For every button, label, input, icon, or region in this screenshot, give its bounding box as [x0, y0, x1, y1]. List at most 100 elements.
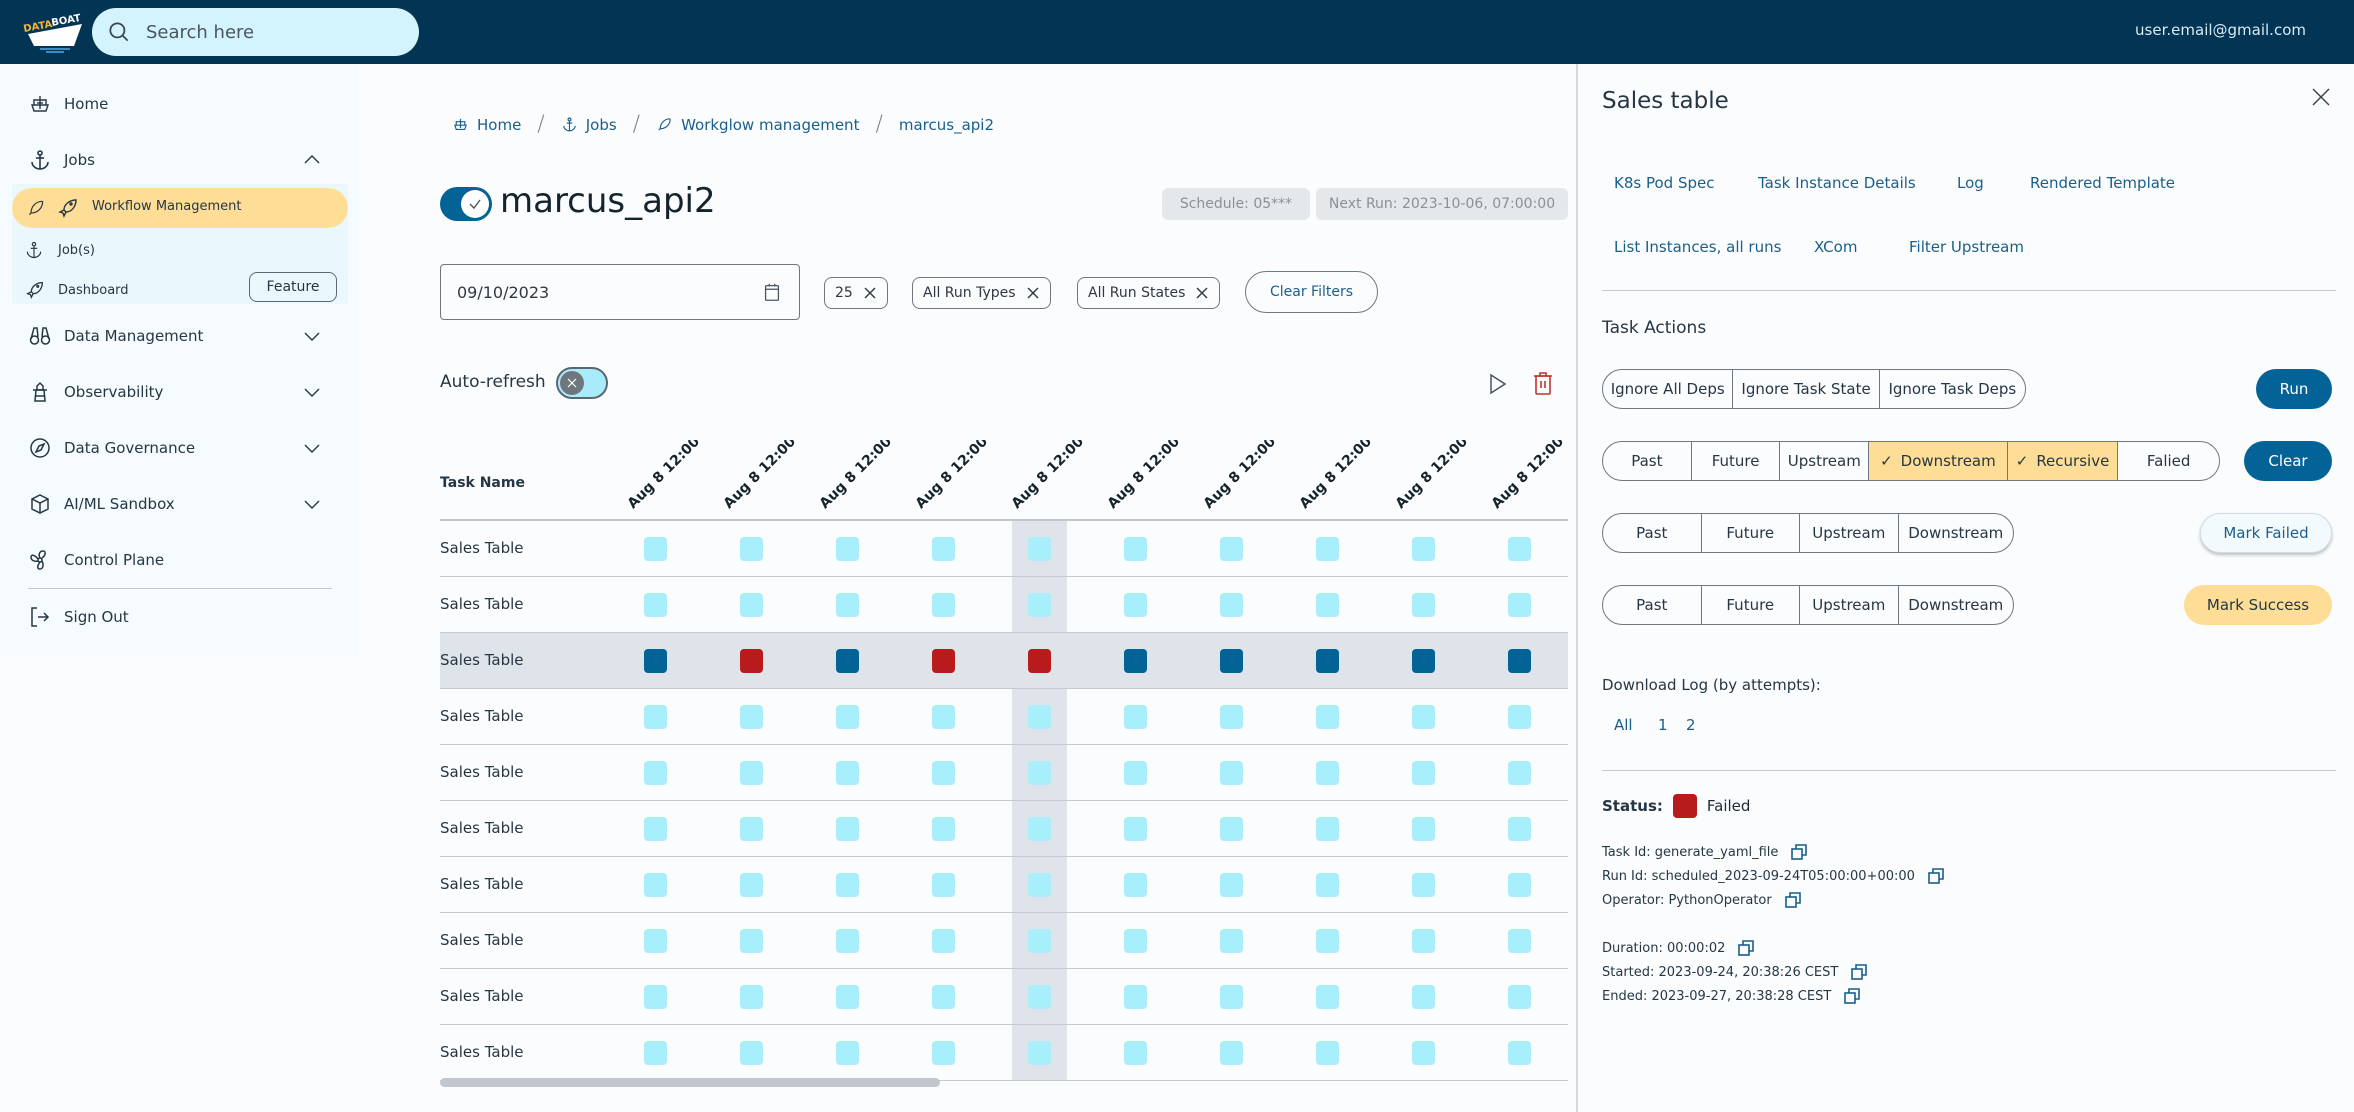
calendar-icon[interactable] [761, 281, 783, 303]
task-instance-cell-none[interactable] [1124, 705, 1147, 729]
task-instance-cell-none[interactable] [1124, 817, 1147, 841]
task-name[interactable]: Sales Table [440, 539, 523, 557]
task-instance-cell-none[interactable] [1508, 537, 1531, 561]
task-instance-cell-none[interactable] [1508, 705, 1531, 729]
search-bar[interactable] [92, 8, 419, 56]
task-instance-cell-none[interactable] [1124, 761, 1147, 785]
clear-button[interactable]: Clear [2244, 441, 2332, 481]
task-instance-cell-none[interactable] [1220, 537, 1243, 561]
task-instance-cell-none[interactable] [1124, 1041, 1147, 1065]
table-row[interactable]: Sales Table [440, 745, 1568, 801]
column-header-date[interactable]: Aug 8 12:00 [1009, 440, 1087, 512]
task-instance-cell-none[interactable] [1124, 929, 1147, 953]
task-instance-cell-none[interactable] [1412, 1041, 1435, 1065]
sidebar-item-jobs[interactable]: Jobs [0, 140, 360, 180]
task-instance-cell-none[interactable] [740, 1041, 763, 1065]
task-instance-cell-none[interactable] [932, 1041, 955, 1065]
trash-icon[interactable] [1532, 370, 1554, 396]
mark-failed-button[interactable]: Mark Failed [2200, 513, 2332, 553]
task-instance-cell-success[interactable] [1220, 649, 1243, 673]
task-instance-cell-none[interactable] [1316, 761, 1339, 785]
run-option-ignore-task-state[interactable]: Ignore Task State [1733, 370, 1880, 408]
task-instance-cell-none[interactable] [1412, 593, 1435, 617]
close-icon[interactable] [863, 286, 877, 300]
task-instance-cell-none[interactable] [1028, 929, 1051, 953]
task-instance-cell-none[interactable] [1508, 761, 1531, 785]
sidebar-item-data-governance[interactable]: Data Governance [0, 428, 360, 468]
link-list-instances[interactable]: List Instances, all runs [1614, 238, 1781, 256]
task-instance-cell-none[interactable] [1124, 873, 1147, 897]
databoat-logo[interactable]: DATA BOAT [22, 10, 86, 54]
sidebar-item-sign-out[interactable]: Sign Out [0, 597, 360, 637]
task-instance-cell-none[interactable] [1124, 537, 1147, 561]
breadcrumb-home[interactable]: Home [452, 116, 521, 134]
mark-failed-option-downstream[interactable]: Downstream [1899, 514, 2013, 552]
task-instance-cell-none[interactable] [1316, 929, 1339, 953]
filter-chip-run-types[interactable]: All Run Types [912, 277, 1051, 309]
column-header-date[interactable]: Aug 8 12:00 [1489, 440, 1567, 512]
close-icon[interactable] [2310, 86, 2332, 108]
task-instance-cell-none[interactable] [1508, 873, 1531, 897]
task-instance-cell-none[interactable] [740, 985, 763, 1009]
chevron-down-icon[interactable] [300, 492, 324, 516]
horizontal-scrollbar[interactable] [440, 1078, 940, 1087]
task-instance-cell-none[interactable] [1412, 761, 1435, 785]
task-instance-cell-success[interactable] [836, 649, 859, 673]
table-row[interactable]: Sales Table [440, 801, 1568, 857]
task-instance-cell-none[interactable] [644, 817, 667, 841]
task-instance-cell-failed[interactable] [932, 649, 955, 673]
clear-option-downstream[interactable]: ✓ Downstream [1869, 442, 2008, 480]
task-instance-cell-failed[interactable] [740, 649, 763, 673]
task-instance-cell-none[interactable] [644, 873, 667, 897]
task-instance-cell-none[interactable] [740, 929, 763, 953]
play-icon[interactable] [1485, 372, 1509, 396]
task-instance-cell-none[interactable] [740, 593, 763, 617]
mark-failed-option-future[interactable]: Future [1702, 514, 1801, 552]
task-instance-cell-none[interactable] [1220, 817, 1243, 841]
task-instance-cell-none[interactable] [1508, 929, 1531, 953]
table-row[interactable]: Sales Table [440, 689, 1568, 745]
download-log-attempt-1[interactable]: 1 [1658, 716, 1668, 734]
task-instance-cell-none[interactable] [932, 537, 955, 561]
chevron-up-icon[interactable] [300, 148, 324, 172]
task-instance-cell-none[interactable] [836, 705, 859, 729]
link-filter-upstream[interactable]: Filter Upstream [1909, 238, 2024, 256]
clear-option-recursive[interactable]: ✓ Recursive [2007, 442, 2119, 480]
task-instance-cell-none[interactable] [1412, 929, 1435, 953]
task-instance-cell-none[interactable] [1028, 817, 1051, 841]
task-instance-cell-none[interactable] [836, 761, 859, 785]
column-header-date[interactable]: Aug 8 12:00 [1105, 440, 1183, 512]
task-instance-cell-none[interactable] [740, 873, 763, 897]
task-instance-cell-none[interactable] [1220, 593, 1243, 617]
table-row[interactable]: Sales Table [440, 633, 1568, 689]
task-instance-cell-none[interactable] [1412, 705, 1435, 729]
run-button[interactable]: Run [2256, 369, 2332, 409]
run-option-ignore-all-deps[interactable]: Ignore All Deps [1603, 370, 1734, 408]
task-instance-cell-none[interactable] [1508, 1041, 1531, 1065]
task-name[interactable]: Sales Table [440, 931, 523, 949]
task-instance-cell-none[interactable] [932, 705, 955, 729]
copy-icon[interactable] [1850, 963, 1868, 981]
chevron-down-icon[interactable] [300, 380, 324, 404]
task-instance-cell-none[interactable] [1316, 1041, 1339, 1065]
task-instance-cell-none[interactable] [1316, 873, 1339, 897]
copy-icon[interactable] [1790, 843, 1808, 861]
auto-refresh-toggle[interactable] [556, 367, 608, 399]
sidebar-item-home[interactable]: Home [0, 84, 360, 124]
task-name[interactable]: Sales Table [440, 875, 523, 893]
column-header-date[interactable]: Aug 8 12:00 [625, 440, 703, 512]
table-row[interactable]: Sales Table [440, 969, 1568, 1025]
mark-failed-option-upstream[interactable]: Upstream [1800, 514, 1899, 552]
feature-badge[interactable]: Feature [249, 272, 337, 302]
task-instance-cell-none[interactable] [740, 537, 763, 561]
task-name[interactable]: Sales Table [440, 763, 523, 781]
task-instance-cell-none[interactable] [644, 929, 667, 953]
task-instance-cell-none[interactable] [740, 761, 763, 785]
task-name[interactable]: Sales Table [440, 707, 523, 725]
task-instance-cell-none[interactable] [836, 537, 859, 561]
task-instance-cell-none[interactable] [836, 593, 859, 617]
clear-option-upstream[interactable]: Upstream [1780, 442, 1870, 480]
task-instance-cell-none[interactable] [1028, 705, 1051, 729]
task-instance-cell-none[interactable] [644, 593, 667, 617]
copy-icon[interactable] [1927, 867, 1945, 885]
